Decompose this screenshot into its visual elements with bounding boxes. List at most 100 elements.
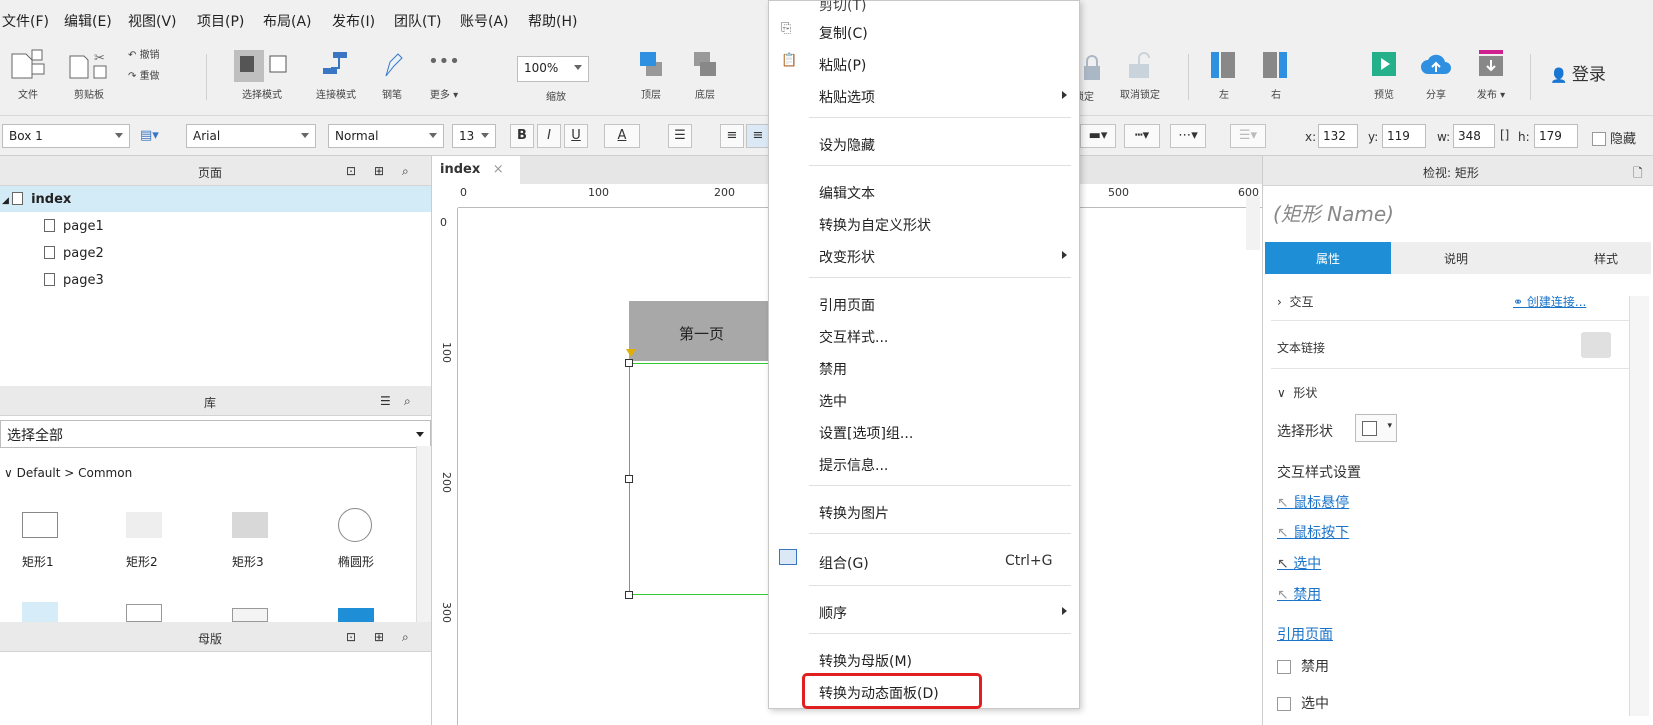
menu-project[interactable]: 项目(P)	[197, 11, 244, 31]
menu-file[interactable]: 文件(F)	[2, 11, 49, 31]
page-tree-item[interactable]: page3	[44, 273, 104, 288]
send-to-bottom-button[interactable]: 底层	[682, 48, 728, 101]
menu-item-disable[interactable]: 禁用	[819, 359, 847, 379]
selected-style-link[interactable]: ↖ 选中	[1277, 553, 1321, 573]
height-field[interactable]: 179	[1534, 124, 1578, 148]
menu-item-paste-options[interactable]: 粘贴选项	[819, 87, 875, 107]
image-widget-icon[interactable]	[22, 602, 58, 622]
search-icon[interactable]: ⌕	[402, 164, 409, 179]
italic-button[interactable]: I	[537, 124, 561, 148]
align-text-left-icon[interactable]: ≡	[720, 124, 744, 148]
widget-name-field[interactable]: (矩形 Name)	[1273, 198, 1394, 227]
tab-notes[interactable]: 说明	[1391, 242, 1521, 274]
lock-button[interactable]	[1080, 54, 1104, 86]
menu-item-convert-image[interactable]: 转换为图片	[819, 503, 889, 523]
tab-style[interactable]: 样式	[1521, 242, 1651, 274]
hover-style-link[interactable]: ↖ 鼠标悬停	[1277, 492, 1349, 512]
search-icon[interactable]: ⌕	[404, 394, 411, 409]
menu-item-group[interactable]: 组合(G)	[819, 553, 869, 573]
menu-item-paste[interactable]: 粘贴(P)	[819, 55, 866, 75]
more-button[interactable]: ••• 更多 ▾	[422, 48, 466, 101]
unlock-button[interactable]: 取消锁定	[1106, 48, 1174, 101]
menu-item-select[interactable]: 选中	[819, 391, 847, 411]
menu-item-set-group[interactable]: 设置[选项]组...	[819, 423, 913, 443]
mail-icon[interactable]	[126, 604, 162, 622]
menu-item-convert-custom-shape[interactable]: 转换为自定义形状	[819, 215, 931, 235]
tab-properties[interactable]: 属性	[1265, 242, 1391, 274]
line-pattern-icon[interactable]: ┅▾	[1124, 124, 1160, 148]
style-edit-icon[interactable]: ▤▾	[140, 128, 159, 143]
zoom-select[interactable]: 100%	[517, 56, 589, 82]
text-link-button[interactable]	[1581, 332, 1611, 358]
document-icon[interactable]: 🗋	[1633, 164, 1643, 185]
pen-button[interactable]: 钢笔	[372, 48, 412, 101]
align-left-button[interactable]: 左	[1204, 48, 1244, 101]
close-icon[interactable]: ×	[493, 162, 504, 177]
primary-button-widget-icon[interactable]	[338, 608, 374, 622]
rectangle3-widget[interactable]	[232, 512, 268, 538]
anchor-marker-icon[interactable]	[626, 349, 636, 357]
line-weight-icon[interactable]: ▬▾	[1080, 124, 1116, 148]
add-folder-icon[interactable]: ⊞	[374, 630, 384, 644]
font-family-select[interactable]: Arial	[186, 124, 316, 148]
resize-handle[interactable]	[625, 475, 633, 483]
menu-item-edit-text[interactable]: 编辑文本	[819, 183, 875, 203]
menu-item-order[interactable]: 顺序	[819, 603, 847, 623]
lock-ratio-icon[interactable]: []	[1500, 128, 1509, 142]
menu-item-copy[interactable]: 复制(C)	[819, 23, 868, 43]
search-icon[interactable]: ⌕	[402, 630, 409, 645]
canvas-scrollbar[interactable]	[1246, 196, 1260, 250]
button-widget-icon[interactable]	[232, 608, 268, 622]
login-button[interactable]: 👤 登录	[1550, 60, 1620, 85]
font-size-select[interactable]: 13	[452, 124, 496, 148]
menu-team[interactable]: 团队(T)	[394, 11, 441, 31]
mousedown-style-link[interactable]: ↖ 鼠标按下	[1277, 522, 1349, 542]
page-header-widget[interactable]: 第一页	[629, 301, 769, 361]
add-master-icon[interactable]: ⊡	[346, 630, 356, 644]
font-style-select[interactable]: Normal	[328, 124, 444, 148]
shape-section[interactable]: ∨ 形状	[1277, 384, 1317, 401]
disabled-checkbox[interactable]: 禁用	[1277, 656, 1329, 676]
library-group-header[interactable]: ∨ Default > Common	[4, 466, 132, 480]
bring-to-top-button[interactable]: 顶层	[628, 48, 674, 101]
menu-item-cut[interactable]: 剪切(T)	[819, 0, 866, 15]
add-page-icon[interactable]: ⊡	[346, 164, 356, 178]
menu-edit[interactable]: 编辑(E)	[64, 11, 112, 31]
create-link[interactable]: ⚭ 创建连接...	[1513, 293, 1586, 310]
menu-account[interactable]: 账号(A)	[460, 11, 509, 31]
page-tree-item[interactable]: page1	[44, 219, 104, 234]
selected-box-widget[interactable]	[629, 363, 769, 595]
ellipse-widget[interactable]	[338, 508, 372, 542]
add-folder-icon[interactable]: ⊞	[374, 164, 384, 178]
bullet-list-icon[interactable]: ☰	[668, 124, 692, 148]
disabled-style-link[interactable]: ↖ 禁用	[1277, 584, 1321, 604]
preview-button[interactable]: 预览	[1364, 48, 1404, 101]
x-field[interactable]: 132	[1318, 124, 1358, 148]
widget-name-select[interactable]: Box 1	[2, 124, 130, 148]
align-text-center-icon[interactable]: ≡	[746, 124, 770, 148]
page-tree-item[interactable]: page2	[44, 246, 104, 261]
connect-mode-button[interactable]: 连接模式	[308, 48, 364, 101]
reference-page-link[interactable]: 引用页面	[1277, 624, 1333, 644]
menu-layout[interactable]: 布局(A)	[263, 11, 312, 31]
library-select[interactable]: 选择全部	[0, 420, 431, 448]
share-button[interactable]: 分享	[1416, 48, 1456, 101]
width-field[interactable]: 348	[1453, 124, 1495, 148]
hidden-checkbox[interactable]: 隐藏	[1592, 128, 1636, 147]
menu-item-convert-dynamic-panel[interactable]: 转换为动态面板(D)	[819, 683, 939, 703]
menu-item-convert-master[interactable]: 转换为母版(M)	[819, 651, 912, 671]
menu-icon[interactable]: ☰	[380, 394, 391, 408]
interaction-section[interactable]: › 交互	[1277, 293, 1313, 310]
menu-item-reference-page[interactable]: 引用页面	[819, 295, 875, 315]
menu-view[interactable]: 视图(V)	[128, 11, 177, 31]
shape-picker[interactable]: ▾	[1355, 414, 1397, 442]
clipboard-button[interactable]: ✂ 剪贴板	[60, 48, 118, 101]
resize-handle[interactable]	[625, 591, 633, 599]
file-button[interactable]: 文件	[4, 48, 52, 101]
text-color-button[interactable]: A	[604, 124, 640, 148]
align-right-button[interactable]: 右	[1256, 48, 1296, 101]
arrow-style-icon[interactable]: ⋯▾	[1170, 124, 1206, 148]
redo-button[interactable]: ↷ 重做	[128, 67, 188, 82]
menu-publish[interactable]: 发布(I)	[332, 11, 375, 31]
publish-button[interactable]: 发布 ▾	[1466, 48, 1516, 101]
